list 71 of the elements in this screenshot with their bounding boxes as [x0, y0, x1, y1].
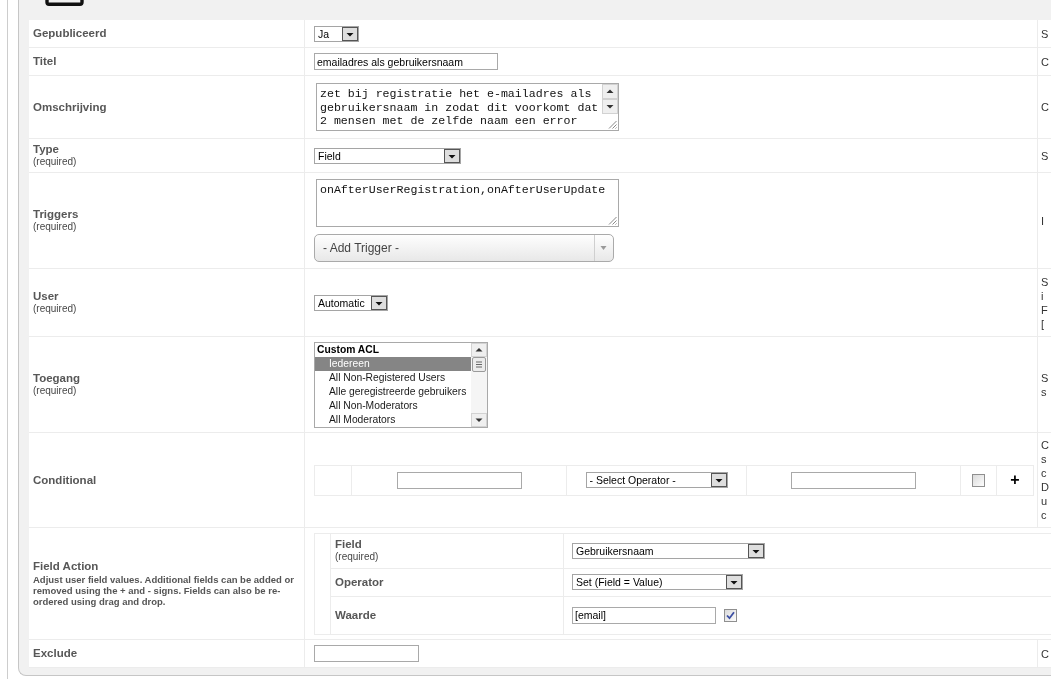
add-button[interactable]: +: [1008, 472, 1022, 488]
list-option[interactable]: Iedereen: [315, 356, 471, 371]
field-label: Field: [335, 538, 362, 551]
field-label: Field Action: [33, 560, 99, 573]
edge-text: u: [1041, 494, 1048, 508]
scrollbar[interactable]: [471, 342, 487, 427]
required-note: (required): [33, 156, 77, 168]
edge-text: F: [1041, 302, 1048, 317]
edge-text: c: [1041, 466, 1047, 480]
text-input[interactable]: [791, 471, 916, 489]
field-label: Conditional: [33, 473, 97, 487]
field-label: Gepubliceerd: [33, 27, 107, 40]
resize-grip-icon[interactable]: [608, 120, 617, 129]
edge-text: I: [1041, 213, 1045, 228]
text-area[interactable]: zet bij registratie het e-mailadres als gebruikersnaam in zodat dit voorkomt dat 2 mensen met de zelfde naam een error: [316, 83, 619, 131]
frame-icon: [45, 0, 84, 6]
edge-text: S: [1041, 148, 1049, 163]
edge-text: D: [1041, 480, 1049, 494]
field-description: Adjust user field values. Additional fields can be added or removed using the + and - signs. Fields can also be re-ordered using drag and drop.: [33, 574, 295, 607]
dropdown[interactable]: Ja: [314, 25, 359, 42]
required-note: (required): [33, 221, 77, 233]
resize-grip-icon[interactable]: [608, 216, 617, 225]
arrow-down-icon[interactable]: [602, 99, 618, 114]
arrow-up-icon[interactable]: [471, 342, 487, 357]
dropdown[interactable]: Gebruikersnaam: [572, 542, 765, 559]
arrow-down-icon[interactable]: [471, 412, 487, 427]
list-option[interactable]: Alle geregistreerde gebruikers: [315, 384, 471, 399]
field-label: Titel: [33, 55, 57, 68]
edge-text: s: [1041, 452, 1047, 466]
text-input[interactable]: [email]: [572, 606, 716, 624]
dropdown[interactable]: - Add Trigger -: [314, 234, 614, 262]
edge-text: s: [1041, 384, 1047, 399]
field-label: Toegang: [33, 372, 81, 385]
list-box[interactable]: Custom ACL Iedereen All Non-Registered Users Alle geregistreerde gebruikers All Non-Moderators All Moderators: [314, 341, 488, 428]
list-group-heading: Custom ACL: [316, 342, 380, 357]
text-input[interactable]: emailadres als gebruikersnaam: [314, 53, 498, 70]
edge-text: C: [1041, 646, 1049, 661]
field-label: Waarde: [335, 608, 377, 622]
required-note: (required): [33, 385, 77, 397]
edge-text: [: [1041, 316, 1045, 331]
text-area[interactable]: onAfterUserRegistration,onAfterUserUpdate: [316, 179, 619, 227]
field-label: Omschrijving: [33, 100, 107, 114]
arrow-up-icon[interactable]: [602, 84, 618, 99]
edge-text: c: [1041, 508, 1047, 522]
list-option[interactable]: All Non-Registered Users: [315, 370, 471, 385]
dropdown[interactable]: Field: [314, 147, 461, 164]
field-label: Exclude: [33, 647, 78, 660]
edge-text: i: [1041, 288, 1044, 303]
edge-text: S: [1041, 274, 1049, 289]
field-label: Type: [33, 143, 59, 156]
field-label: User: [33, 290, 59, 303]
field-label: Triggers: [33, 208, 79, 221]
required-note: (required): [335, 551, 379, 563]
dropdown[interactable]: - Select Operator -: [585, 472, 728, 488]
edge-text: C: [1041, 54, 1049, 69]
required-note: (required): [33, 303, 77, 315]
checkbox[interactable]: [972, 473, 985, 487]
checkbox[interactable]: [724, 608, 737, 622]
edge-text: C: [1041, 438, 1049, 452]
dropdown[interactable]: Set (Field = Value): [572, 574, 743, 590]
edge-text: S: [1041, 26, 1049, 41]
dropdown[interactable]: Automatic: [314, 294, 388, 311]
checkmark-icon: [726, 610, 735, 620]
edge-text: S: [1041, 370, 1049, 385]
edge-text: C: [1041, 100, 1049, 114]
scroll-thumb[interactable]: [471, 356, 487, 372]
list-option[interactable]: All Non-Moderators: [315, 398, 471, 413]
text-input[interactable]: [314, 645, 419, 662]
field-label: Operator: [335, 575, 384, 589]
list-option[interactable]: All Moderators: [315, 412, 471, 427]
text-input[interactable]: [396, 471, 522, 489]
